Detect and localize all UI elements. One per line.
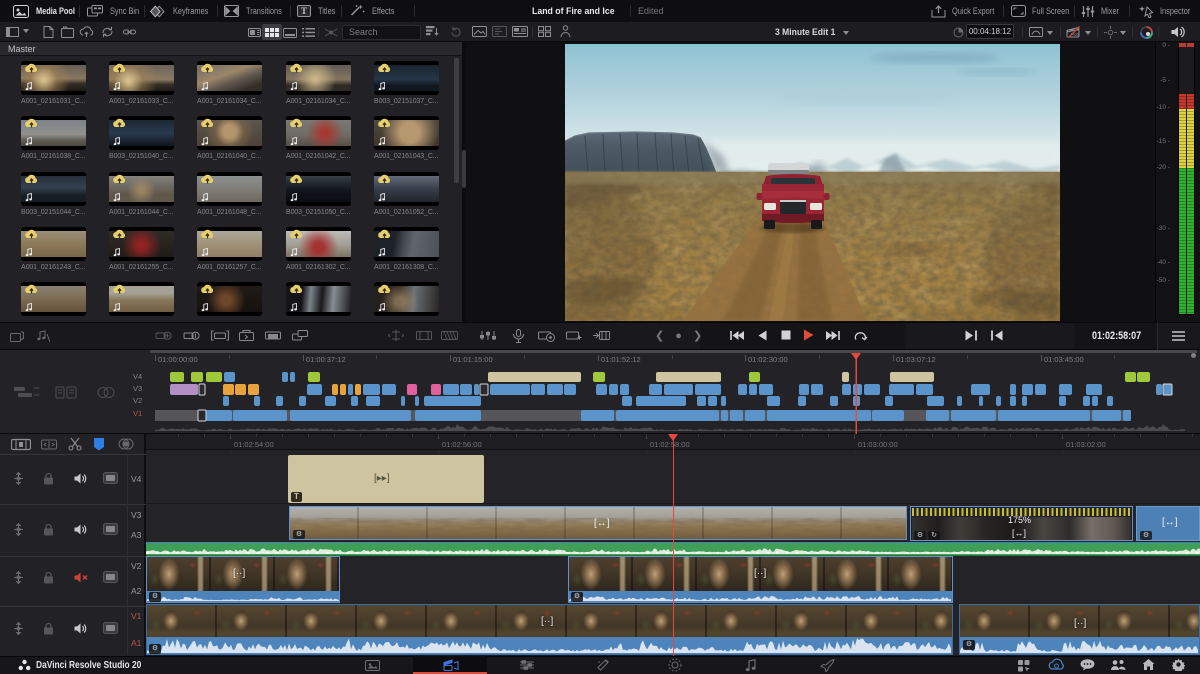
svg-text:T: T: [301, 6, 307, 16]
